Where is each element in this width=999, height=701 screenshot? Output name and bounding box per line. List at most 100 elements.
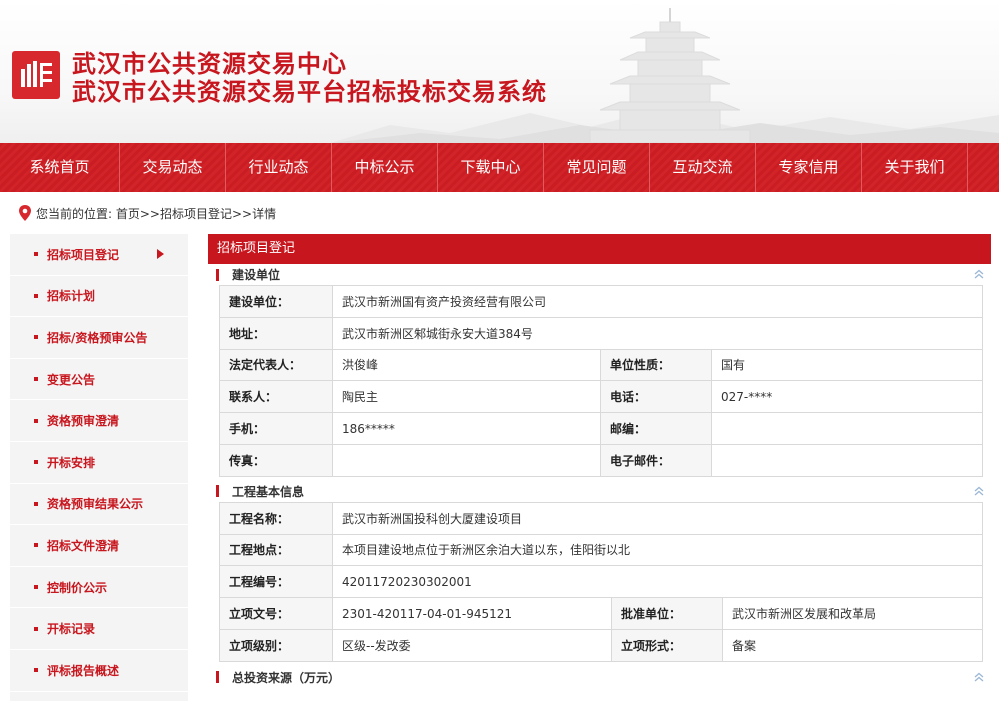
sidebar-item-label: 招标项目登记: [47, 247, 120, 262]
phone-value: 027-****: [710, 380, 984, 414]
bullet-icon: [34, 293, 38, 298]
sidebar-item-label: 资格预审结果公示: [47, 497, 144, 512]
sidebar-item-label: 招标计划: [47, 289, 96, 304]
breadcrumb: 您当前的位置: 首页>>招标项目登记>>详情: [18, 204, 276, 222]
sidebar-item-tender-plan[interactable]: 招标计划: [10, 276, 188, 318]
section-marker: [216, 268, 219, 281]
sidebar-item-change-notice[interactable]: 变更公告: [10, 359, 188, 401]
nav-industry-news[interactable]: 行业动态: [226, 143, 332, 192]
sidebar-item-label: 招标/资格预审公告: [47, 330, 148, 345]
section-header-investment-source: 总投资来源（万元）: [208, 667, 991, 688]
postcode-label: 邮编：: [600, 412, 712, 445]
page-title: 招标项目登记: [208, 234, 991, 264]
sidebar-item-label: 评标报告概述: [47, 663, 120, 678]
table-row: 立项级别： 区级--发改委 立项形式： 备案: [219, 628, 984, 662]
nav-home[interactable]: 系统首页: [0, 143, 120, 192]
mobile-label: 手机：: [219, 412, 333, 445]
address-label: 地址：: [219, 316, 333, 350]
breadcrumb-text: 您当前的位置: 首页>>招标项目登记>>详情: [36, 206, 277, 221]
nav-interaction[interactable]: 互动交流: [650, 143, 756, 192]
bullet-icon: [34, 418, 38, 423]
sidebar-item-project-registration[interactable]: 招标项目登记: [10, 234, 188, 276]
fax-value: [332, 443, 601, 477]
section-marker: [216, 671, 219, 684]
project-site-label: 工程地点：: [219, 533, 333, 567]
table-row: 手机： 186***** 邮编：: [219, 412, 984, 445]
sidebar-item-prequal-clarification[interactable]: 资格预审澄清: [10, 400, 188, 442]
project-code-value: 42011720230302001: [331, 565, 984, 599]
main-nav: 系统首页 交易动态 行业动态 中标公示 下载中心 常见问题 互动交流 专家信用 …: [0, 143, 999, 192]
table-row: 立项文号： 2301-420117-04-01-945121 批准单位： 武汉市…: [219, 597, 984, 630]
unit-label: 建设单位：: [219, 285, 333, 318]
mobile-value: 186*****: [332, 412, 601, 445]
sidebar-item-bid-opening-schedule[interactable]: 开标安排: [10, 442, 188, 484]
sidebar-item-control-price[interactable]: 控制价公示: [10, 567, 188, 609]
location-pin-icon: [19, 205, 31, 221]
sidebar-item-label: 招标文件澄清: [47, 538, 120, 553]
sidebar-item-label: 开标记录: [47, 622, 96, 637]
approver-value: 武汉市新洲区发展和改革局: [721, 597, 984, 630]
nav-trade-news[interactable]: 交易动态: [120, 143, 226, 192]
collapse-chevron-icon[interactable]: [973, 671, 985, 683]
sidebar: 招标项目登记 招标计划 招标/资格预审公告 变更公告 资格预审澄清 开标安排 资…: [10, 234, 188, 701]
unit-nature-label: 单位性质：: [600, 348, 712, 382]
approval-no-value: 2301-420117-04-01-945121: [332, 597, 612, 630]
section-title: 总投资来源（万元）: [232, 670, 341, 685]
project-name-label: 工程名称：: [219, 501, 333, 535]
legal-rep-label: 法定代表人：: [219, 348, 333, 382]
postcode-value: [710, 412, 984, 445]
collapse-chevron-icon[interactable]: [973, 268, 985, 280]
main-content: 招标项目登记 建设单位 建设单位： 武汉市新洲国有资产投资经营有限公司 地址： …: [208, 234, 991, 701]
section-header-project-info: 工程基本信息: [208, 481, 991, 502]
table-row: 工程名称： 武汉市新洲国投科创大厦建设项目: [219, 501, 984, 535]
table-row: 建设单位： 武汉市新洲国有资产投资经营有限公司: [219, 285, 984, 318]
site-header: 武汉市公共资源交易中心 武汉市公共资源交易平台招标投标交易系统: [0, 0, 999, 143]
nav-faq[interactable]: 常见问题: [544, 143, 650, 192]
contact-label: 联系人：: [219, 380, 333, 414]
bullet-icon: [34, 626, 38, 631]
collapse-chevron-icon[interactable]: [973, 485, 985, 497]
arrow-right-icon: [157, 249, 164, 260]
sidebar-item-label: 变更公告: [47, 372, 96, 387]
email-label: 电子邮件：: [600, 443, 712, 477]
approval-level-label: 立项级别：: [219, 628, 333, 662]
sidebar-item-label: 控制价公示: [47, 580, 108, 595]
nav-expert-credit[interactable]: 专家信用: [756, 143, 862, 192]
table-row: 工程编号： 42011720230302001: [219, 565, 984, 599]
bullet-icon: [34, 501, 38, 506]
pagoda-decoration: [589, 8, 751, 143]
sidebar-item-label: 开标安排: [47, 455, 96, 470]
sidebar-item-bid-opening-record[interactable]: 开标记录: [10, 608, 188, 650]
logo-icon: [12, 51, 60, 99]
phone-label: 电话：: [600, 380, 712, 414]
project-site-value: 本项目建设地点位于新洲区余泊大道以东，佳阳街以北: [331, 533, 984, 567]
bullet-icon: [34, 543, 38, 548]
legal-rep-value: 洪俊峰: [332, 348, 601, 382]
unit-value: 武汉市新洲国有资产投资经营有限公司: [331, 285, 984, 318]
section-marker: [216, 485, 219, 498]
sidebar-item-tender-doc-clarification[interactable]: 招标文件澄清: [10, 525, 188, 567]
table-row: 传真： 电子邮件：: [219, 443, 984, 477]
approval-level-value: 区级--发改委: [332, 628, 612, 662]
sidebar-item-evaluation-report[interactable]: 评标报告概述: [10, 650, 188, 692]
nav-about[interactable]: 关于我们: [862, 143, 968, 192]
table-row: 法定代表人： 洪俊峰 单位性质： 国有: [219, 348, 984, 382]
fax-label: 传真：: [219, 443, 333, 477]
nav-download[interactable]: 下载中心: [438, 143, 544, 192]
table-row: 工程地点： 本项目建设地点位于新洲区余泊大道以东，佳阳街以北: [219, 533, 984, 567]
email-value: [710, 443, 984, 477]
unit-nature-value: 国有: [710, 348, 984, 382]
approver-label: 批准单位：: [611, 597, 723, 630]
project-name-value: 武汉市新洲国投科创大厦建设项目: [331, 501, 984, 535]
bullet-icon: [34, 668, 38, 673]
bullet-icon: [34, 335, 38, 340]
table-row: 联系人： 陶民主 电话： 027-****: [219, 380, 984, 414]
nav-award-notice[interactable]: 中标公示: [332, 143, 438, 192]
sidebar-item-prequal-notice[interactable]: 招标/资格预审公告: [10, 317, 188, 359]
bullet-icon: [34, 377, 38, 382]
bullet-icon: [34, 460, 38, 465]
bullet-icon: [34, 585, 38, 590]
sidebar-item-label: 资格预审澄清: [47, 414, 120, 429]
sidebar-item-prequal-result[interactable]: 资格预审结果公示: [10, 484, 188, 526]
approval-form-value: 备案: [721, 628, 984, 662]
